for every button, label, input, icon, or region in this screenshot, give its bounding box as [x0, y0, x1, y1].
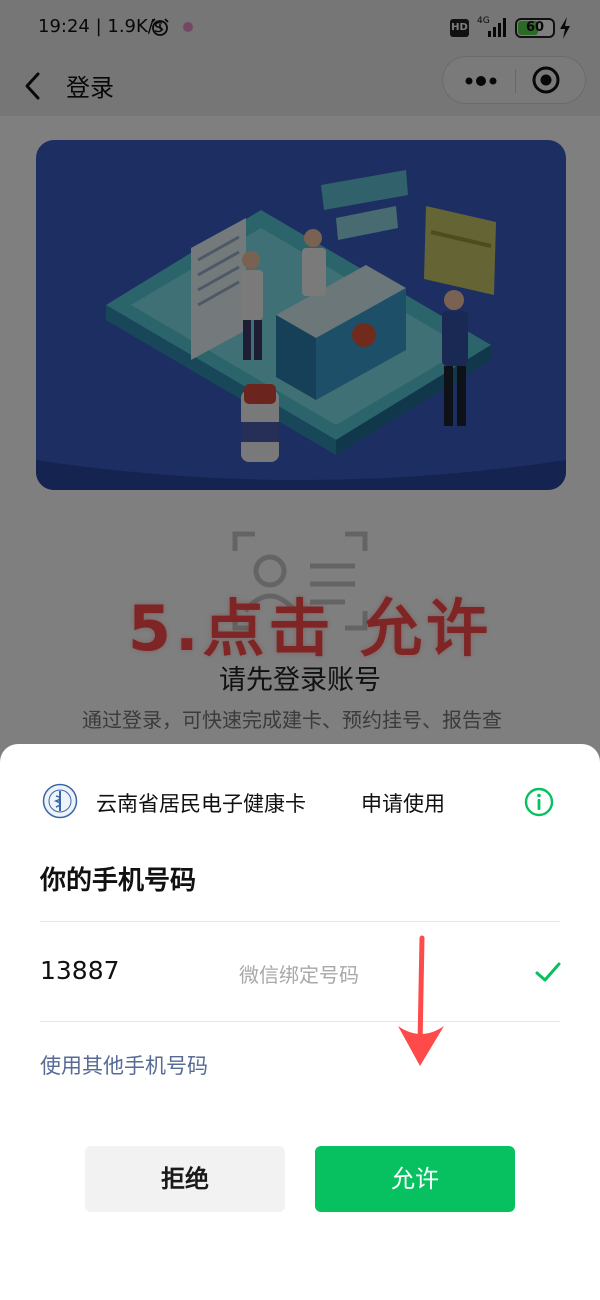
- reject-button[interactable]: 拒绝: [85, 1146, 285, 1212]
- down-arrow-annotation-icon: [398, 935, 444, 1066]
- allow-button[interactable]: 允许: [315, 1146, 515, 1212]
- request-label: 申请使用: [361, 792, 445, 816]
- check-icon: [535, 962, 561, 982]
- phone-option-row[interactable]: 13887 微信绑定号码: [40, 922, 561, 1021]
- info-icon[interactable]: [524, 787, 554, 817]
- phone-number: 13887: [40, 956, 120, 985]
- health-card-logo-icon: [42, 783, 78, 819]
- phone-authorization-sheet: 云南省居民电子健康卡 申请使用 你的手机号码 13887 微信绑定号码 使用其他…: [0, 744, 600, 1300]
- use-other-phone-link[interactable]: 使用其他手机号码: [40, 1050, 208, 1080]
- app-name: 云南省居民电子健康卡: [96, 792, 306, 816]
- phone-hint: 微信绑定号码: [239, 963, 359, 987]
- phone-heading: 你的手机号码: [40, 866, 197, 896]
- divider: [40, 1021, 560, 1022]
